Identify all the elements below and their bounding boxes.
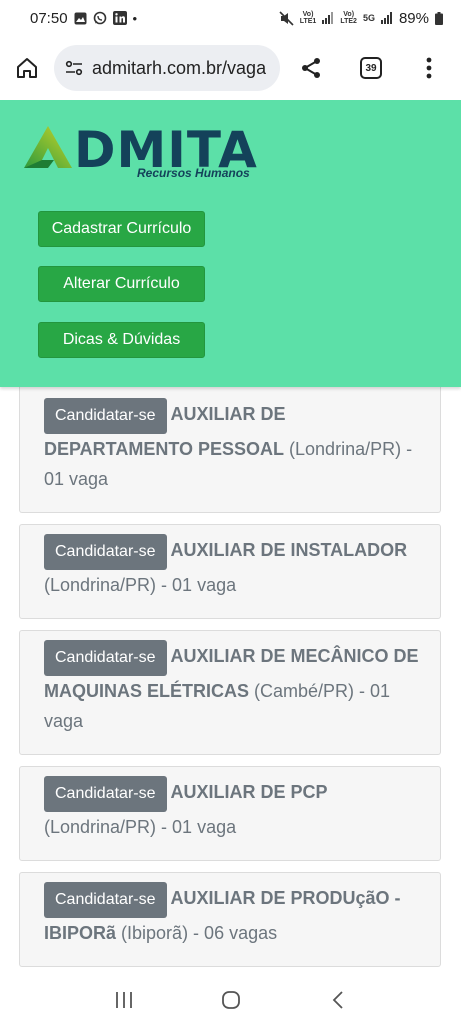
job-details: (Londrina/PR) - 01 vaga	[44, 817, 237, 837]
battery-percent: 89%	[398, 9, 429, 27]
more-vertical-icon	[426, 57, 432, 79]
status-right: Vo) LTE1 Vo) LTE2 5G 89%	[279, 10, 443, 27]
status-bar: 07:50 • Vo) LTE1 Vo) LTE2 5G 89%	[0, 0, 461, 36]
browser-toolbar: admitarh.com.br/vaga 39	[0, 36, 461, 100]
status-time: 07:50	[30, 9, 68, 27]
address-bar[interactable]: admitarh.com.br/vaga	[54, 45, 280, 91]
job-title[interactable]: AUXILIAR DE INSTALADOR	[171, 540, 408, 560]
logo-triangle-icon	[24, 126, 72, 168]
home-button[interactable]	[211, 980, 251, 1020]
browser-menu-button[interactable]	[400, 36, 458, 100]
job-list: Candidatar-se AUXILIAR DE DEPARTAMENTO PE…	[0, 386, 461, 976]
site-settings-icon[interactable]	[64, 58, 84, 78]
apply-button[interactable]: Candidatar-se	[44, 398, 167, 434]
signal-icon-2	[380, 12, 392, 24]
job-card: Candidatar-se AUXILIAR DE PRODUçãO - IBIP…	[19, 872, 441, 967]
register-resume-button[interactable]: Cadastrar Currículo	[38, 211, 205, 247]
status-left: 07:50 •	[30, 10, 137, 27]
share-icon	[302, 58, 320, 78]
apply-button[interactable]: Candidatar-se	[44, 882, 167, 918]
linkedin-icon	[112, 11, 127, 25]
home-icon	[17, 58, 37, 78]
whatsapp-icon	[93, 11, 106, 25]
admita-logo[interactable]: DMITA Recursos Humanos	[24, 122, 264, 184]
site-header: DMITA Recursos Humanos Cadastrar Currícu…	[0, 100, 461, 387]
tab-switcher-button[interactable]: 39	[342, 36, 400, 100]
network-label: 5G	[362, 12, 375, 23]
edit-resume-button[interactable]: Alterar Currículo	[38, 266, 205, 302]
apply-button[interactable]: Candidatar-se	[44, 776, 167, 812]
job-title[interactable]: AUXILIAR DE PCP	[171, 782, 328, 802]
recents-icon	[115, 992, 132, 1008]
job-card: Candidatar-se AUXILIAR DE DEPARTAMENTO PE…	[19, 386, 441, 513]
tips-faq-button[interactable]: Dicas & Dúvidas	[38, 322, 205, 358]
apply-button[interactable]: Candidatar-se	[44, 640, 167, 676]
recents-button[interactable]	[104, 980, 144, 1020]
home-circle-icon	[221, 991, 240, 1009]
status-dot: •	[132, 10, 138, 26]
tab-count: 39	[360, 57, 382, 79]
apply-button[interactable]: Candidatar-se	[44, 534, 167, 570]
back-button[interactable]	[318, 980, 358, 1020]
job-details: (Ibiporã) - 06 vagas	[116, 923, 278, 943]
job-card: Candidatar-se AUXILIAR DE PCP (Londrina/P…	[19, 766, 441, 861]
gallery-icon	[74, 12, 87, 24]
battery-icon	[435, 11, 443, 25]
back-chevron-icon	[332, 991, 343, 1009]
volte1-label: Vo) LTE1	[299, 11, 317, 25]
web-content: Candidatar-se AUXILIAR DE DEPARTAMENTO PE…	[0, 100, 461, 976]
volte2-label: Vo) LTE2	[340, 11, 357, 25]
job-card: Candidatar-se AUXILIAR DE MECÂNICO DE MAQ…	[19, 630, 441, 755]
browser-home-button[interactable]	[0, 36, 54, 100]
share-button[interactable]	[280, 36, 342, 100]
job-card: Candidatar-se AUXILIAR DE INSTALADOR (Lon…	[19, 524, 441, 619]
url-text[interactable]: admitarh.com.br/vaga	[92, 58, 266, 79]
system-nav-bar	[0, 976, 461, 1024]
mute-icon	[279, 10, 294, 26]
signal-icon-1	[322, 12, 334, 24]
logo-subtitle: Recursos Humanos	[137, 166, 250, 180]
job-details: (Londrina/PR) - 01 vaga	[44, 575, 237, 595]
